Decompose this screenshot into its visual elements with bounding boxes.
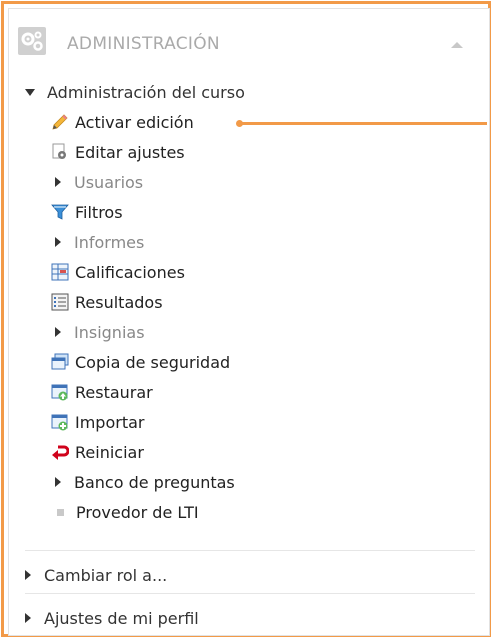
gears-icon — [18, 27, 46, 55]
block-header[interactable]: ADMINISTRACIÓN — [9, 9, 489, 71]
menu-item-informes[interactable]: Informes — [55, 227, 144, 257]
expand-triangle-icon — [55, 237, 61, 247]
menu-item-copia-de-seguridad[interactable]: Copia de seguridad — [51, 347, 230, 377]
menu-item-banco-de-preguntas[interactable]: Banco de preguntas — [55, 467, 235, 497]
menu-item-provedor-de-lti[interactable]: Provedor de LTI — [56, 497, 199, 527]
tree-node-cambiar-rol[interactable]: Cambiar rol a... — [25, 560, 167, 590]
import-icon — [51, 413, 69, 431]
expand-triangle-icon — [55, 477, 61, 487]
menu-item-label: Editar ajustes — [75, 142, 185, 162]
menu-item-label: Insignias — [74, 322, 145, 342]
menu-item-editar-ajustes[interactable]: Editar ajustes — [51, 137, 185, 167]
backup-icon — [51, 353, 69, 371]
menu-item-label: Importar — [75, 412, 145, 432]
restore-icon — [51, 383, 69, 401]
expand-triangle-icon — [25, 570, 31, 580]
menu-item-label: Banco de preguntas — [74, 472, 235, 492]
block-title: ADMINISTRACIÓN — [67, 34, 220, 54]
menu-item-insignias[interactable]: Insignias — [55, 317, 145, 347]
tree-node-label: Cambiar rol a... — [44, 565, 168, 585]
menu-item-usuarios[interactable]: Usuarios — [55, 167, 143, 197]
highlight-frame: ADMINISTRACIÓN Administración del curso … — [1, 1, 491, 637]
menu-item-label: Filtros — [75, 202, 123, 222]
menu-item-restaurar[interactable]: Restaurar — [51, 377, 153, 407]
pencil-icon — [51, 113, 69, 131]
menu-item-label: Informes — [74, 232, 145, 252]
menu-item-importar[interactable]: Importar — [51, 407, 144, 437]
collapse-triangle-icon — [25, 88, 35, 96]
menu-item-label: Usuarios — [74, 172, 144, 192]
menu-item-reiniciar[interactable]: Reiniciar — [51, 437, 144, 467]
menu-item-label: Restaurar — [75, 382, 153, 402]
menu-item-label: Reiniciar — [75, 442, 144, 462]
menu-item-resultados[interactable]: Resultados — [51, 287, 163, 317]
tree-node-label: Ajustes de mi perfil — [44, 608, 199, 628]
expand-triangle-icon — [55, 327, 61, 337]
menu-item-label: Provedor de LTI — [76, 502, 199, 522]
outcomes-icon — [51, 293, 69, 311]
bullet-icon — [57, 508, 64, 516]
administration-block: ADMINISTRACIÓN Administración del curso … — [8, 8, 490, 636]
menu-item-label: Copia de seguridad — [75, 352, 231, 372]
menu-item-label: Resultados — [75, 292, 163, 312]
callout-line — [241, 122, 487, 125]
tree-node-ajustes-perfil[interactable]: Ajustes de mi perfil — [25, 603, 199, 633]
grades-icon — [51, 263, 69, 281]
expand-triangle-icon — [25, 613, 31, 623]
expand-triangle-icon — [55, 177, 61, 187]
menu-item-calificaciones[interactable]: Calificaciones — [51, 257, 185, 287]
menu-item-label: Calificaciones — [75, 262, 185, 282]
tree-node-label: Administración del curso — [47, 82, 245, 102]
menu-item-activar-edicion[interactable]: Activar edición — [51, 107, 194, 137]
settings-document-icon — [51, 143, 69, 161]
tree-node-course-admin[interactable]: Administración del curso — [25, 77, 245, 107]
menu-item-label: Activar edición — [75, 112, 194, 132]
divider — [25, 593, 475, 594]
reset-icon — [51, 443, 70, 461]
divider — [25, 550, 475, 551]
filter-icon — [51, 203, 69, 221]
menu-item-filtros[interactable]: Filtros — [51, 197, 123, 227]
chevron-up-icon[interactable] — [451, 42, 463, 48]
